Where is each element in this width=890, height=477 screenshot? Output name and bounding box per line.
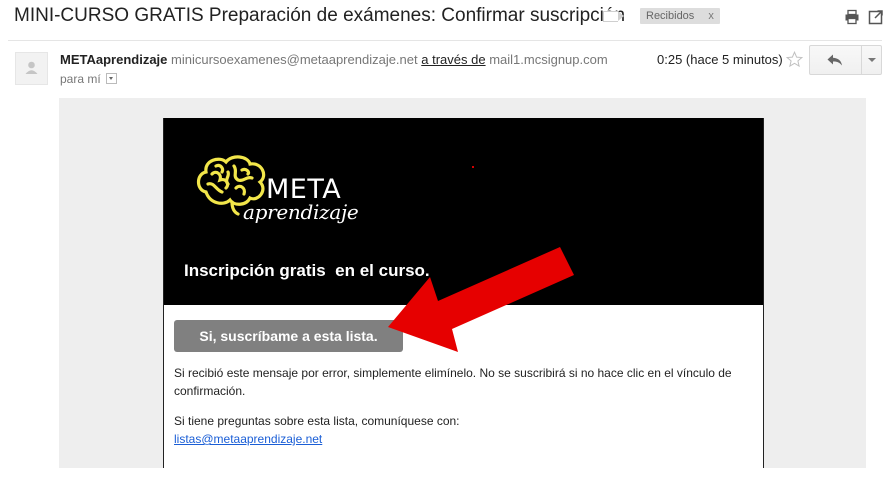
default-avatar-icon[interactable] <box>15 52 48 85</box>
logo-text-aprendizaje: aprendizaje <box>243 200 359 224</box>
sender-line: METAaprendizaje minicursoexamenes@metaap… <box>60 52 608 67</box>
reply-button[interactable] <box>810 46 860 74</box>
sender-email: minicursoexamenes@metaaprendizaje.net <box>171 52 418 67</box>
contact-text: Si tiene preguntas sobre esta lista, com… <box>174 414 460 428</box>
disclaimer-text: Si recibió este mensaje por error, simpl… <box>174 366 732 398</box>
email-subject: MINI-CURSO GRATIS Preparación de exámene… <box>14 5 626 26</box>
subject-bar: MINI-CURSO GRATIS Preparación de exámene… <box>0 0 890 36</box>
sender-name[interactable]: METAaprendizaje <box>60 52 167 67</box>
star-icon[interactable] <box>786 51 803 68</box>
via-domain: mail1.mcsignup.com <box>489 52 608 67</box>
reply-button-group <box>809 45 882 75</box>
importance-marker-icon[interactable] <box>603 11 624 22</box>
label-chip-text: Recibidos <box>646 10 695 22</box>
details-dropdown-icon[interactable] <box>105 73 117 84</box>
print-icon[interactable] <box>844 9 860 25</box>
more-actions-button[interactable] <box>861 46 882 74</box>
new-window-icon[interactable] <box>868 9 884 25</box>
red-arrow-icon <box>388 247 574 352</box>
remove-label-button[interactable]: x <box>708 10 714 22</box>
contact-email-link[interactable]: listas@metaaprendizaje.net <box>174 432 322 446</box>
contact-block: Si tiene preguntas sobre esta lista, com… <box>174 412 754 448</box>
timestamp: 0:25 (hace 5 minutos) <box>657 52 783 67</box>
via-link[interactable]: a través de <box>421 52 485 67</box>
header-divider <box>8 40 882 41</box>
reply-icon <box>827 54 842 66</box>
recipient-label: para mí <box>60 72 101 86</box>
decorative-dot <box>472 166 474 168</box>
subscribe-confirm-button[interactable]: Si, suscríbame a esta lista. <box>174 320 403 352</box>
label-chip[interactable]: Recibidos x <box>640 8 720 24</box>
recipient-line: para mí <box>60 72 117 86</box>
